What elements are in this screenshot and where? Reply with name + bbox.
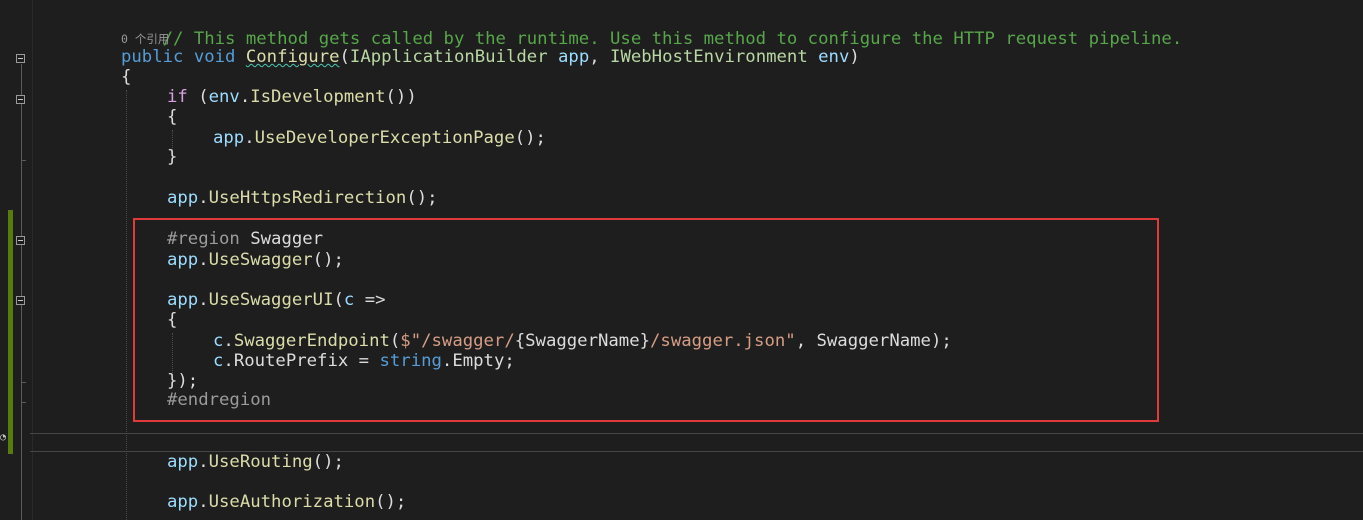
param-app: app bbox=[558, 47, 590, 67]
variable-app: app bbox=[213, 128, 245, 148]
code-line-signature[interactable]: public void Configure(IApplicationBuilde… bbox=[121, 47, 860, 67]
method-name-configure[interactable]: Configure bbox=[246, 47, 340, 67]
method-useauthorization: UseAuthorization bbox=[208, 492, 376, 512]
method-usehttpsredirection: UseHttpsRedirection bbox=[208, 188, 407, 208]
param-env: env bbox=[818, 47, 850, 67]
fold-end-tick bbox=[21, 402, 26, 403]
punctuation: (); bbox=[406, 188, 438, 208]
code-line-comment[interactable]: // This method gets called by the runtim… bbox=[121, 9, 1183, 49]
punctuation: . bbox=[198, 188, 209, 208]
brace: } bbox=[167, 147, 178, 167]
breakpoint-margin-icon[interactable]: ◔ bbox=[0, 433, 6, 443]
punctuation: . bbox=[198, 452, 209, 472]
method-usedeveloperexceptionpage: UseDeveloperExceptionPage bbox=[254, 128, 515, 148]
code-line-brace-open[interactable]: { bbox=[121, 67, 131, 87]
punctuation: . bbox=[239, 87, 251, 107]
comment-text: // This method gets called by the runtim… bbox=[162, 29, 1183, 49]
code-line-useauthorization[interactable]: app.UseAuthorization(); bbox=[167, 492, 406, 512]
code-line-inner-close[interactable]: } bbox=[167, 147, 177, 167]
code-line-userouting[interactable]: app.UseRouting(); bbox=[167, 452, 344, 472]
type-iapplicationbuilder: IApplicationBuilder bbox=[349, 47, 548, 67]
indent-guide bbox=[126, 90, 127, 520]
code-editor[interactable]: ◔ // This method gets called by the runt… bbox=[0, 0, 1363, 520]
variable-env: env bbox=[208, 87, 240, 107]
punctuation: ( bbox=[187, 87, 209, 107]
punctuation: . bbox=[244, 128, 255, 148]
brace: { bbox=[121, 67, 132, 87]
annotation-highlight-box bbox=[133, 218, 1159, 422]
fold-guide-line bbox=[21, 64, 22, 520]
code-line-if[interactable]: if (env.IsDevelopment()) bbox=[167, 87, 417, 107]
brace: { bbox=[167, 107, 178, 127]
punctuation: ()) bbox=[385, 87, 417, 107]
keyword-public: public bbox=[121, 47, 184, 67]
collapse-method-icon[interactable] bbox=[16, 54, 25, 63]
punctuation: ) bbox=[849, 47, 860, 67]
fold-end-tick bbox=[21, 382, 26, 383]
punctuation: (); bbox=[514, 128, 546, 148]
codelens-references[interactable]: 0 个引用 bbox=[121, 32, 169, 46]
change-indicator-bar bbox=[8, 210, 13, 454]
code-line-inner-open[interactable]: { bbox=[167, 107, 177, 127]
variable-app: app bbox=[167, 452, 199, 472]
variable-app: app bbox=[167, 492, 199, 512]
punctuation: (); bbox=[375, 492, 407, 512]
punctuation: . bbox=[198, 492, 209, 512]
keyword-void: void bbox=[193, 47, 236, 67]
punctuation: , bbox=[589, 47, 600, 67]
fold-end-tick bbox=[21, 160, 26, 161]
punctuation: (); bbox=[312, 452, 344, 472]
code-line-https[interactable]: app.UseHttpsRedirection(); bbox=[167, 188, 438, 208]
collapse-if-icon[interactable] bbox=[16, 95, 25, 104]
type-iwebhostenvironment: IWebHostEnvironment bbox=[610, 47, 808, 67]
keyword-if: if bbox=[167, 87, 188, 107]
current-line-highlight bbox=[30, 433, 1363, 452]
method-isdevelopment: IsDevelopment bbox=[250, 87, 386, 107]
collapse-lambda-icon[interactable] bbox=[16, 296, 25, 305]
collapse-region-icon[interactable] bbox=[16, 236, 25, 245]
punctuation: ( bbox=[339, 47, 350, 67]
method-userouting: UseRouting bbox=[208, 452, 313, 472]
variable-app: app bbox=[167, 188, 199, 208]
code-line-dev-exception[interactable]: app.UseDeveloperExceptionPage(); bbox=[213, 128, 546, 148]
